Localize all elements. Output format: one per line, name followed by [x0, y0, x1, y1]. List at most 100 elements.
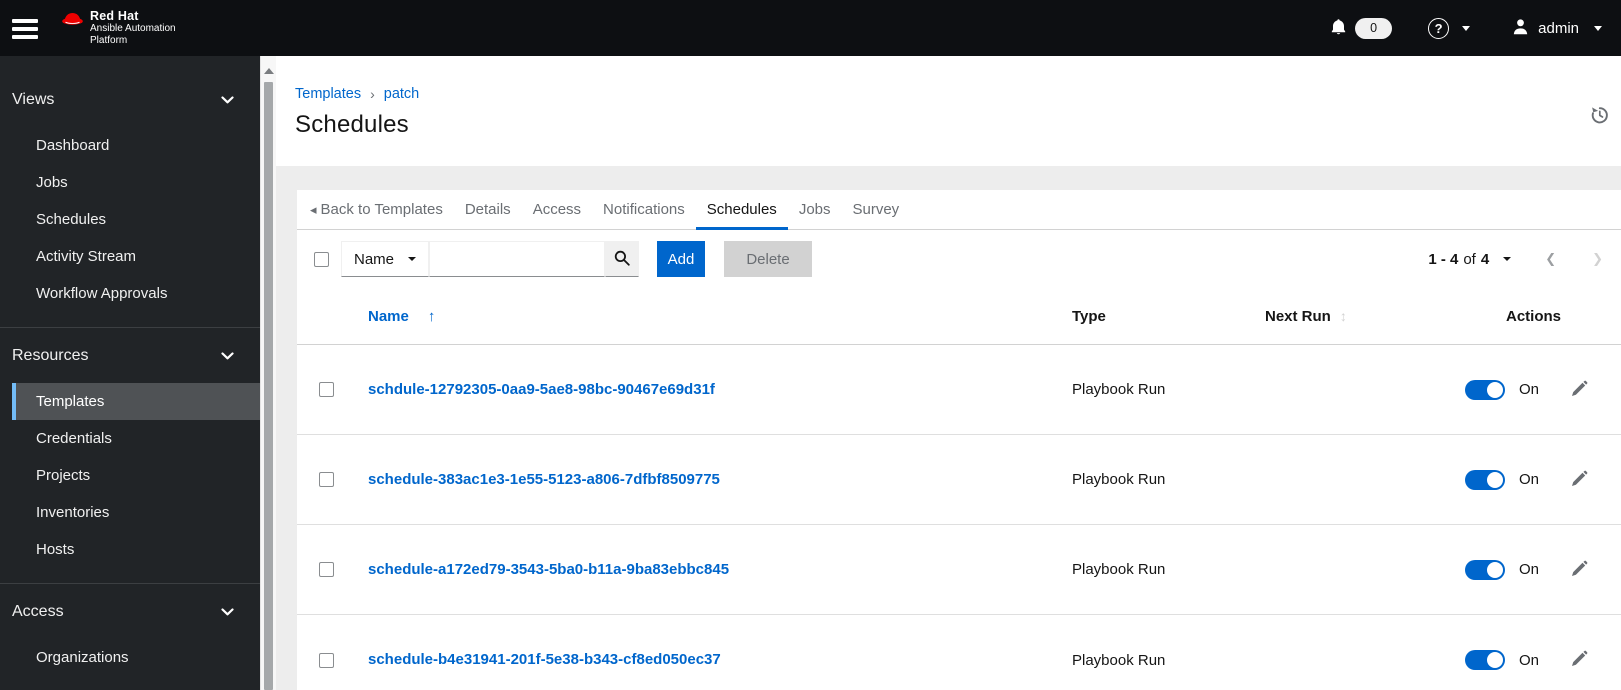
sidebar-item-workflow-approvals[interactable]: Workflow Approvals — [0, 275, 260, 312]
filter-type-select[interactable]: Name — [341, 241, 429, 277]
tab-back-to-templates[interactable]: ◂ Back to Templates — [299, 190, 454, 229]
sidebar-item-jobs[interactable]: Jobs — [0, 164, 260, 201]
breadcrumb-link-patch[interactable]: patch — [384, 86, 419, 102]
schedule-enabled-toggle[interactable] — [1465, 469, 1505, 490]
sidebar-item-templates[interactable]: Templates — [12, 383, 260, 420]
nav-divider — [0, 327, 260, 328]
schedule-name-link[interactable]: schdule-12792305-0aa9-5ae8-98bc-90467e69… — [368, 381, 715, 398]
tab-label: Jobs — [798, 201, 831, 218]
row-checkbox[interactable] — [319, 472, 334, 487]
search-button[interactable] — [605, 241, 639, 277]
schedule-enabled-toggle[interactable] — [1465, 650, 1505, 670]
chevron-down-icon — [1594, 25, 1602, 31]
select-all-checkbox[interactable] — [314, 251, 329, 267]
brand-name: Red Hat — [90, 9, 139, 23]
schedule-enabled-toggle[interactable] — [1465, 559, 1505, 580]
tab-survey[interactable]: Survey — [842, 190, 911, 229]
row-checkbox[interactable] — [319, 562, 334, 577]
add-button[interactable]: Add — [657, 241, 705, 277]
column-header-actions: Actions — [1505, 307, 1561, 325]
help-icon: ? — [1428, 17, 1450, 39]
schedule-enabled-toggle[interactable] — [1465, 379, 1505, 400]
schedule-name-link[interactable]: schedule-383ac1e3-1e55-5123-a806-7dfbf85… — [368, 471, 720, 488]
pagination-prev-button[interactable]: ❮ — [1545, 251, 1556, 267]
bell-icon — [1331, 18, 1346, 39]
tab-details[interactable]: Details — [454, 190, 522, 229]
toolbar: Name Add Delete 1 - 4 of 4 ❮ ❯ — [297, 230, 1621, 288]
nav-group-resources[interactable]: Resources — [0, 340, 260, 372]
column-header-type: Type — [1072, 307, 1106, 325]
nav-toggle-button[interactable] — [12, 19, 38, 39]
tab-label: Back to Templates — [320, 201, 443, 218]
schedule-name-link[interactable]: schedule-a172ed79-3543-5ba0-b11a-9ba83eb… — [368, 561, 729, 578]
sidebar-item-hosts[interactable]: Hosts — [0, 531, 260, 568]
toggle-state-label: On — [1519, 561, 1540, 578]
help-menu-button[interactable]: ? — [1428, 17, 1471, 39]
schedule-name-link[interactable]: schedule-b4e31941-201f-5e38-b343-cf8ed05… — [368, 651, 721, 668]
user-icon — [1512, 18, 1529, 38]
scrollbar-up-arrow-icon[interactable] — [263, 68, 274, 74]
column-header-name[interactable]: Name ↑ — [356, 308, 1056, 325]
tab-label: Access — [532, 201, 582, 218]
breadcrumb: Templates › patch — [295, 86, 1607, 102]
toggle-knob — [1487, 652, 1503, 668]
edit-schedule-button[interactable] — [1571, 650, 1588, 670]
breadcrumb-link-templates[interactable]: Templates — [295, 86, 361, 102]
table-row: schedule-a172ed79-3543-5ba0-b11a-9ba83eb… — [297, 525, 1621, 615]
scrollbar-thumb[interactable] — [264, 82, 273, 690]
column-label: Next Run — [1265, 307, 1331, 325]
sort-inactive-icon[interactable]: ↕ — [1340, 308, 1347, 324]
tab-access[interactable]: Access — [522, 190, 592, 229]
schedule-type: Playbook Run — [1072, 381, 1166, 398]
history-button[interactable] — [1590, 106, 1609, 127]
tab-schedules[interactable]: Schedules — [695, 190, 788, 230]
sort-ascending-icon[interactable]: ↑ — [428, 308, 436, 325]
schedule-type: Playbook Run — [1072, 471, 1166, 488]
sidebar: Views Dashboard Jobs Schedules Activity … — [0, 56, 260, 690]
nav-group-access[interactable]: Access — [0, 596, 260, 628]
row-checkbox[interactable] — [319, 652, 334, 668]
sidebar-item-dashboard[interactable]: Dashboard — [0, 127, 260, 164]
column-header-next-run[interactable]: Next Run ↕ — [1249, 308, 1445, 325]
chevron-down-icon — [221, 603, 234, 621]
sidebar-item-activity-stream[interactable]: Activity Stream — [0, 238, 260, 275]
tab-jobs[interactable]: Jobs — [788, 190, 842, 229]
row-checkbox[interactable] — [319, 382, 334, 397]
pencil-icon — [1571, 560, 1588, 580]
edit-schedule-button[interactable] — [1571, 470, 1588, 490]
edit-schedule-button[interactable] — [1571, 380, 1588, 400]
tab-label: Schedules — [706, 201, 777, 218]
schedules-card: ◂ Back to Templates Details Access Notifi… — [297, 190, 1621, 690]
nav-group-views[interactable]: Views — [0, 84, 260, 116]
search-input[interactable] — [429, 241, 605, 277]
schedule-type: Playbook Run — [1072, 561, 1166, 578]
brand-subtitle-2: Platform — [90, 34, 128, 46]
pagination-next-button[interactable]: ❯ — [1592, 251, 1603, 267]
toggle-state-label: On — [1519, 381, 1540, 398]
schedules-table: Name ↑ Type Next Run ↕ Actions schdule-1… — [297, 288, 1621, 690]
nav-group-access-label: Access — [12, 603, 64, 620]
notification-badge[interactable]: 0 — [1355, 17, 1393, 39]
sidebar-item-organizations[interactable]: Organizations — [0, 639, 260, 676]
delete-button[interactable]: Delete — [724, 241, 812, 277]
edit-schedule-button[interactable] — [1571, 560, 1588, 580]
brand-text: Red Hat Ansible Automation Platform — [90, 10, 176, 46]
nav-list-access: Organizations — [0, 639, 260, 676]
caret-down-icon — [408, 257, 416, 261]
sidebar-item-credentials[interactable]: Credentials — [0, 420, 260, 457]
scrollbar[interactable] — [260, 56, 276, 690]
sidebar-item-projects[interactable]: Projects — [0, 457, 260, 494]
brand-logo: Red Hat Ansible Automation Platform — [61, 10, 176, 46]
toggle-knob — [1487, 381, 1503, 398]
user-menu-button[interactable]: admin — [1512, 18, 1602, 38]
brand-subtitle-1: Ansible Automation — [90, 23, 176, 34]
chevron-down-icon — [221, 91, 234, 109]
sidebar-item-inventories[interactable]: Inventories — [0, 494, 260, 531]
notifications-button[interactable]: 0 — [1331, 17, 1393, 39]
sidebar-item-schedules[interactable]: Schedules — [0, 201, 260, 238]
tab-notifications[interactable]: Notifications — [592, 190, 696, 229]
tab-bar: ◂ Back to Templates Details Access Notifi… — [297, 190, 1621, 230]
pagination-caret-down-icon[interactable] — [1503, 257, 1512, 261]
masthead: Red Hat Ansible Automation Platform 0 ? — [0, 0, 1621, 56]
pagination-of: of — [1463, 250, 1476, 268]
